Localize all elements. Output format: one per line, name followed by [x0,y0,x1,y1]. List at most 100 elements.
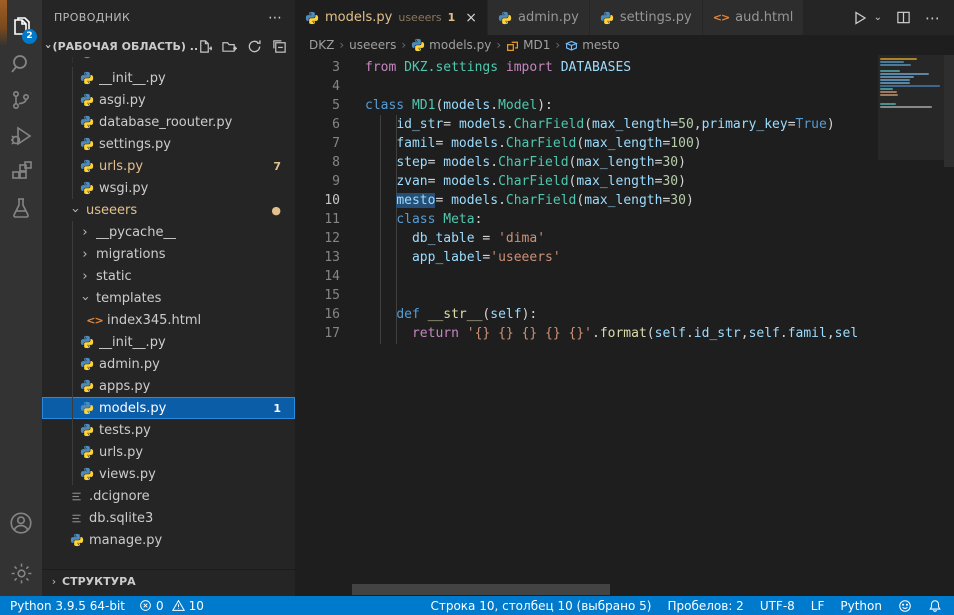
tree-item-label: templates [96,291,161,306]
indent-guide [72,67,73,89]
minimap-line [880,91,897,93]
tree-item-migrations[interactable]: ›migrations [42,243,295,265]
status-indentation[interactable]: Пробелов: 2 [667,599,743,613]
collapse-all-icon[interactable] [272,39,287,54]
tree-item--pycache-[interactable]: ›__pycache__ [42,221,295,243]
status-language-mode[interactable]: Python [840,599,882,613]
tree-item-index345-html[interactable]: <>index345.html [42,309,295,331]
tab-directory-hint: useeers [398,11,441,24]
python-file-icon [78,71,95,85]
python-file-icon [78,379,95,393]
tree-item-apps-py[interactable]: apps.py [42,375,295,397]
activity-bar-search[interactable] [0,46,42,82]
tree-item-label: tests.py [99,423,151,438]
run-python-file-button[interactable] [852,10,868,26]
tree-item-urls-py[interactable]: urls.py [42,441,295,463]
activity-bar-explorer[interactable]: 2 [0,10,42,46]
line-number: 17 [295,324,340,343]
horizontal-scrollbar[interactable] [352,584,610,595]
close-icon[interactable]: × [465,10,477,26]
generic-file-icon [68,490,85,503]
tree-item-views-py[interactable]: views.py [42,463,295,485]
tree-item-database-roouter-py[interactable]: database_roouter.py [42,111,295,133]
line-number: 5 [295,96,340,115]
minimap-line [880,88,893,90]
tab-admin-py[interactable]: admin.py [488,0,590,35]
code-line-3: from DKZ.settings import DATABASES [365,58,878,77]
tab-aud-html[interactable]: <>aud.html [703,0,805,35]
status-eol[interactable]: LF [811,599,825,613]
line-number: 9 [295,172,340,191]
refresh-icon[interactable] [247,39,262,54]
outline-section-header[interactable]: › СТРУКТУРА [42,569,295,592]
activity-bar-extensions[interactable] [0,154,42,190]
status-notifications[interactable] [928,599,942,613]
breadcrumb-dkz[interactable]: DKZ [309,38,334,52]
tree-item-wsgi-py[interactable]: wsgi.py [42,177,295,199]
tree-item-tests-py[interactable]: tests.py [42,419,295,441]
tree-item-templates[interactable]: ›templates [42,287,295,309]
split-editor-button[interactable] [896,10,911,25]
tree-item--init-py[interactable]: __init__.py [42,67,295,89]
tree-item-static[interactable]: ›static [42,265,295,287]
breadcrumb-useeers[interactable]: useeers [349,38,396,52]
status-python-interpreter[interactable]: Python 3.9.5 64-bit [10,599,125,613]
tree-item-urls-py[interactable]: urls.py7 [42,155,295,177]
tree-item-useeers[interactable]: ›useeers● [42,199,295,221]
activity-bar-source-control[interactable] [0,82,42,118]
tree-item-label: views.py [99,467,156,482]
breadcrumb-models.py[interactable]: models.py [411,38,491,52]
python-file-icon [78,401,95,415]
indent-guide [72,375,73,397]
tree-item-db-sqlite3[interactable]: db.sqlite3 [42,507,295,529]
tree-item-manage-py[interactable]: manage.py [42,529,295,551]
status-encoding[interactable]: UTF-8 [760,599,795,613]
minimap-line [880,70,900,72]
new-folder-icon[interactable] [222,39,237,54]
status-feedback[interactable] [898,599,912,613]
workspace-section-header[interactable]: › (РАБОЧАЯ ОБЛАСТЬ) ... [42,35,295,57]
python-file-icon [411,38,425,52]
tree-item-settings-py[interactable]: settings.py [42,133,295,155]
tree-item-admin-py[interactable]: admin.py [42,353,295,375]
new-file-icon[interactable] [197,39,212,54]
indent-guide [72,89,73,111]
python-file-icon [78,181,95,195]
views-more-actions-icon[interactable]: ⋯ [268,10,283,26]
minimap-line [880,103,896,105]
activity-bar-testing[interactable] [0,190,42,226]
tab-settings-py[interactable]: settings.py [590,0,703,35]
more-actions-icon[interactable]: ⋯ [925,9,940,27]
code-editor[interactable]: 34567891011121314151617 from DKZ.setting… [295,55,954,596]
run-dropdown-chevron-icon[interactable]: ⌄ [874,12,882,23]
status-cursor-position[interactable]: Строка 10, столбец 10 (выбрано 5) [430,599,651,613]
tree-item-asgi-py[interactable]: asgi.py [42,89,295,111]
minimap-line [880,58,917,60]
breadcrumb-md1[interactable]: MD1 [506,38,550,52]
tree-item--dcignore[interactable]: .dcignore [42,485,295,507]
activity-bar-accounts[interactable] [0,505,42,541]
tab-models-py[interactable]: models.pyuseeers1× [295,0,488,35]
activity-bar-manage-gear[interactable] [0,555,42,591]
tree-item-models-py[interactable]: models.py1 [42,397,295,419]
errors-count: 0 [156,599,164,613]
line-number: 14 [295,267,340,286]
activity-bar-run-and-debug[interactable] [0,118,42,154]
code-line-9: zvan= models.CharField(max_length=30) [365,172,878,191]
breadcrumb-label: MD1 [523,38,550,52]
python-file-icon [78,335,95,349]
python-file-icon [78,57,95,59]
vertical-scrollbar[interactable] [944,55,954,167]
search-icon [9,52,33,76]
tree-item-indexelement[interactable]: indexelement [42,57,295,67]
breadcrumb-mesto[interactable]: mesto [565,38,619,52]
tree-item--init-py[interactable]: __init__.py [42,331,295,353]
python-file-icon [78,423,95,437]
python-file-icon [78,159,95,173]
status-problems[interactable]: 010 [139,599,204,613]
indent-guide [72,441,73,463]
minimap[interactable] [878,55,944,596]
chevron-down-icon: › [68,203,83,217]
minimap-line [880,79,910,81]
code-line-6: id_str= models.CharField(max_length=50,p… [365,115,878,134]
